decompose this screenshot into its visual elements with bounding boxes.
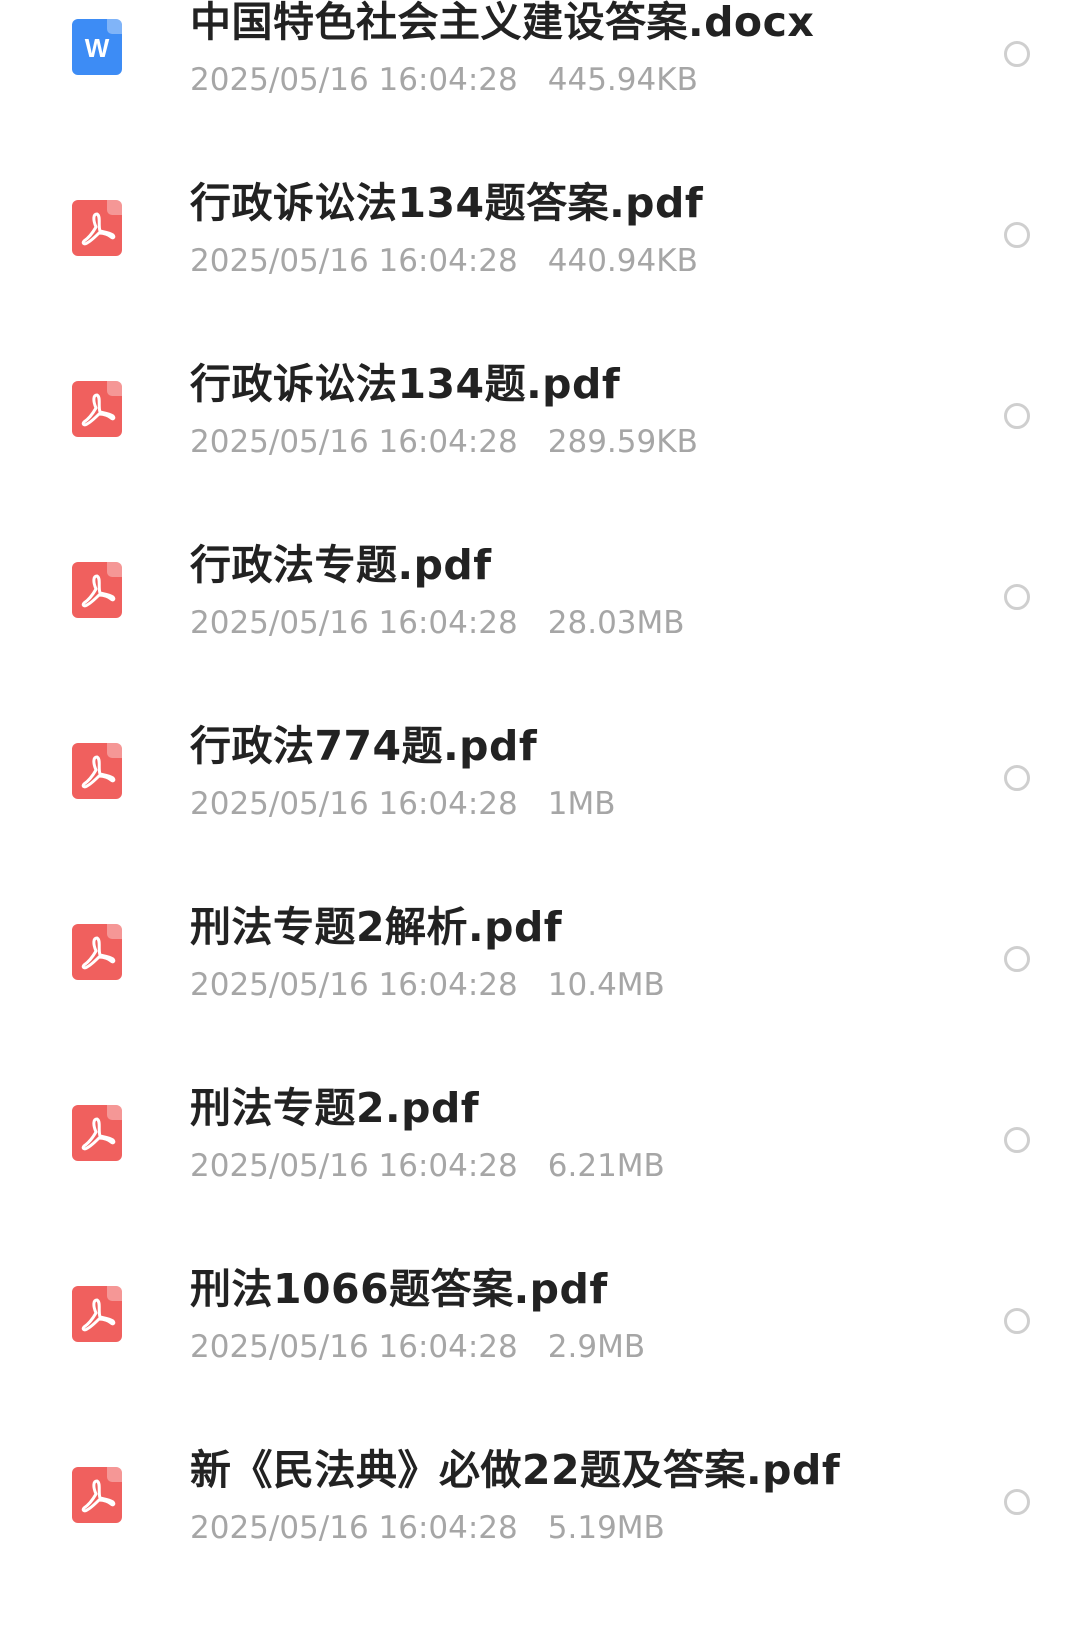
select-radio[interactable] xyxy=(1004,222,1030,248)
file-row[interactable]: 行政诉讼法134题答案.pdf 2025/05/16 16:04:28 440.9… xyxy=(0,179,1080,362)
file-date: 2025/05/16 16:04:28 xyxy=(190,424,518,460)
word-icon-letter: W xyxy=(85,33,110,63)
file-size: 445.94KB xyxy=(547,62,698,98)
pdf-icon xyxy=(72,200,122,256)
file-name: 行政诉讼法134题.pdf xyxy=(190,360,621,408)
file-date: 2025/05/16 16:04:28 xyxy=(190,1329,518,1365)
file-list: W 中国特色社会主义建设答案.docx 2025/05/16 16:04:28 4… xyxy=(0,0,1080,1572)
file-size: 6.21MB xyxy=(547,1148,665,1184)
file-name: 行政法专题.pdf xyxy=(190,541,492,589)
pdf-icon xyxy=(72,743,122,799)
word-doc-icon: W xyxy=(72,19,122,75)
file-meta: 2025/05/16 16:04:28 2.9MB xyxy=(190,1327,645,1367)
file-name: 新《民法典》必做22题及答案.pdf xyxy=(190,1446,841,1494)
select-radio[interactable] xyxy=(1004,41,1030,67)
select-radio[interactable] xyxy=(1004,403,1030,429)
file-name: 中国特色社会主义建设答案.docx xyxy=(190,0,815,46)
select-radio[interactable] xyxy=(1004,765,1030,791)
file-row[interactable]: 新《民法典》必做22题及答案.pdf 2025/05/16 16:04:28 5.… xyxy=(0,1446,1080,1629)
file-name: 行政诉讼法134题答案.pdf xyxy=(190,179,704,227)
file-name: 刑法1066题答案.pdf xyxy=(190,1265,608,1313)
file-size: 2.9MB xyxy=(547,1329,646,1365)
file-row[interactable]: 行政法774题.pdf 2025/05/16 16:04:28 1MB xyxy=(0,722,1080,905)
pdf-icon xyxy=(72,1105,122,1161)
file-row[interactable]: W 中国特色社会主义建设答案.docx 2025/05/16 16:04:28 4… xyxy=(0,0,1080,181)
file-date: 2025/05/16 16:04:28 xyxy=(190,786,518,822)
file-meta: 2025/05/16 16:04:28 1MB xyxy=(190,784,616,824)
file-size: 28.03MB xyxy=(547,605,685,641)
pdf-icon xyxy=(72,1286,122,1342)
file-meta: 2025/05/16 16:04:28 6.21MB xyxy=(190,1146,665,1186)
file-date: 2025/05/16 16:04:28 xyxy=(190,243,518,279)
file-meta: 2025/05/16 16:04:28 10.4MB xyxy=(190,965,665,1005)
select-radio[interactable] xyxy=(1004,1127,1030,1153)
file-name: 行政法774题.pdf xyxy=(190,722,538,770)
select-radio[interactable] xyxy=(1004,946,1030,972)
select-radio[interactable] xyxy=(1004,584,1030,610)
file-size: 289.59KB xyxy=(547,424,698,460)
file-row[interactable]: 刑法1066题答案.pdf 2025/05/16 16:04:28 2.9MB xyxy=(0,1265,1080,1448)
file-size: 1MB xyxy=(547,786,616,822)
file-name: 刑法专题2解析.pdf xyxy=(190,903,563,951)
file-date: 2025/05/16 16:04:28 xyxy=(190,62,518,98)
file-row[interactable]: 行政诉讼法134题.pdf 2025/05/16 16:04:28 289.59K… xyxy=(0,360,1080,543)
pdf-icon xyxy=(72,924,122,980)
file-meta: 2025/05/16 16:04:28 5.19MB xyxy=(190,1508,665,1548)
pdf-icon xyxy=(72,381,122,437)
pdf-icon xyxy=(72,1467,122,1523)
file-date: 2025/05/16 16:04:28 xyxy=(190,1148,518,1184)
file-meta: 2025/05/16 16:04:28 440.94KB xyxy=(190,241,698,281)
file-row[interactable]: 刑法专题2解析.pdf 2025/05/16 16:04:28 10.4MB xyxy=(0,903,1080,1086)
file-date: 2025/05/16 16:04:28 xyxy=(190,605,518,641)
file-name: 刑法专题2.pdf xyxy=(190,1084,480,1132)
file-size: 440.94KB xyxy=(547,243,698,279)
file-size: 5.19MB xyxy=(547,1510,665,1546)
file-row[interactable]: 行政法专题.pdf 2025/05/16 16:04:28 28.03MB xyxy=(0,541,1080,724)
file-date: 2025/05/16 16:04:28 xyxy=(190,967,518,1003)
select-radio[interactable] xyxy=(1004,1308,1030,1334)
file-date: 2025/05/16 16:04:28 xyxy=(190,1510,518,1546)
file-size: 10.4MB xyxy=(547,967,665,1003)
file-row[interactable]: 刑法专题2.pdf 2025/05/16 16:04:28 6.21MB xyxy=(0,1084,1080,1267)
file-meta: 2025/05/16 16:04:28 445.94KB xyxy=(190,60,698,100)
select-radio[interactable] xyxy=(1004,1489,1030,1515)
file-meta: 2025/05/16 16:04:28 289.59KB xyxy=(190,422,698,462)
pdf-icon xyxy=(72,562,122,618)
file-meta: 2025/05/16 16:04:28 28.03MB xyxy=(190,603,685,643)
